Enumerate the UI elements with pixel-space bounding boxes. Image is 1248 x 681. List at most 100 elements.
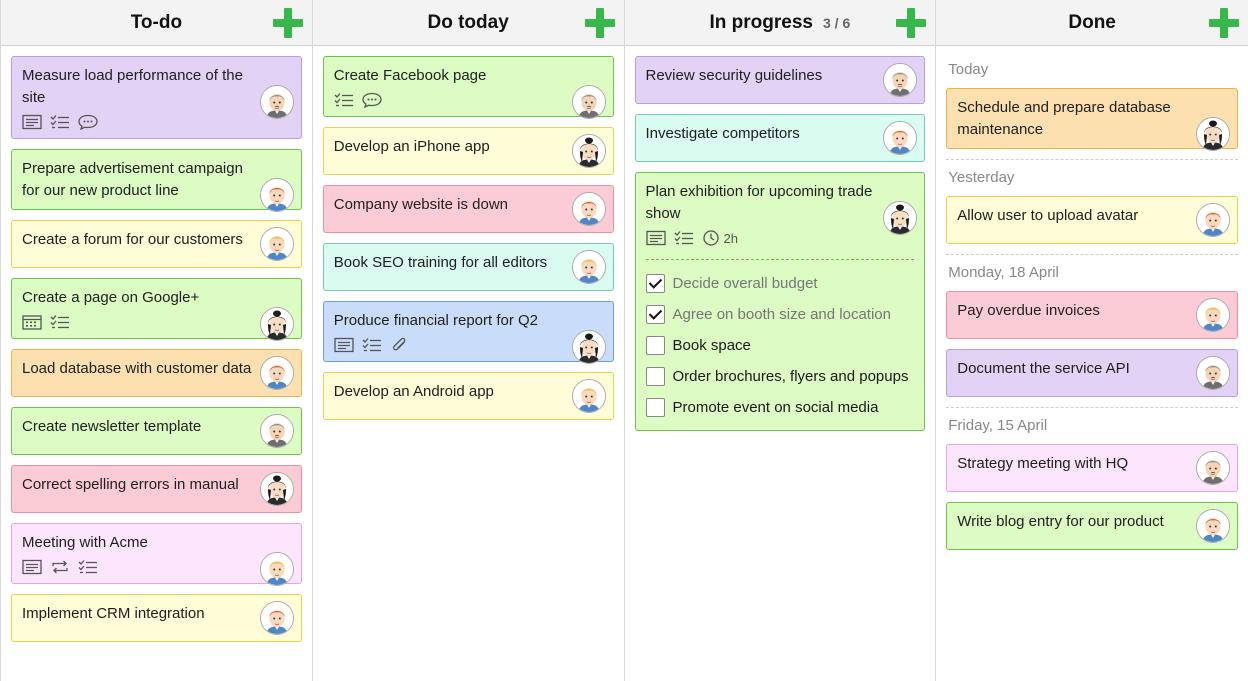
avatar — [571, 85, 606, 119]
checklist-item: Order brochures, flyers and popups — [645, 361, 915, 392]
card-meta — [22, 313, 257, 331]
card-title: Implement CRM integration — [22, 605, 205, 622]
clock-icon — [702, 230, 722, 246]
card-title: Strategy meeting with HQ — [957, 455, 1129, 472]
checklist-checkbox[interactable] — [645, 274, 665, 293]
card-title: Create a page on Google+ — [22, 289, 200, 306]
task-card[interactable]: Develop an Android app — [322, 372, 614, 420]
task-card[interactable]: Review security guidelines — [634, 56, 926, 104]
checklist-icon — [674, 230, 694, 246]
task-card[interactable]: Measure load performance of the site — [11, 56, 302, 139]
task-card[interactable]: Plan exhibition for upcoming trade show 2… — [634, 172, 926, 431]
checklist-item: Promote event on social media — [645, 392, 915, 423]
card-meta — [22, 113, 257, 131]
avatar — [259, 227, 294, 261]
checklist-item: Decide overall budget — [645, 268, 915, 299]
checklist-item-label: Agree on booth size and location — [672, 306, 892, 323]
add-card-button[interactable] — [1209, 8, 1239, 38]
day-divider — [946, 407, 1238, 408]
checklist-checkbox[interactable] — [645, 336, 665, 355]
add-card-button[interactable] — [584, 8, 615, 38]
task-card[interactable]: Produce financial report for Q2 — [322, 301, 614, 364]
notes-icon — [645, 230, 666, 246]
avatar — [259, 414, 294, 448]
checklist-checkbox[interactable] — [645, 305, 665, 324]
card-meta — [334, 336, 569, 354]
avatar — [883, 63, 918, 97]
card-title: Measure load performance of the site — [22, 67, 243, 106]
task-card[interactable]: Meeting with Acme — [11, 523, 302, 586]
notes-icon — [22, 114, 42, 130]
avatar — [883, 121, 918, 155]
estimate-text: 2h — [723, 230, 738, 246]
task-card[interactable]: Investigate competitors — [634, 114, 926, 162]
avatar — [1196, 509, 1230, 543]
column-header: Done — [936, 0, 1248, 46]
checklist-item: Book space — [645, 330, 915, 361]
task-card[interactable]: Schedule and prepare database maintenanc… — [946, 88, 1238, 151]
day-divider — [946, 159, 1238, 160]
checklist-item-label: Decide overall budget — [672, 275, 818, 292]
attachment-icon — [390, 337, 410, 353]
add-card-button[interactable] — [896, 8, 927, 38]
column-body: Create Facebook page Develop an iPhone ap… — [313, 46, 624, 420]
task-card[interactable]: Load database with customer data — [11, 349, 302, 397]
task-card[interactable]: Create Facebook page — [322, 56, 614, 119]
task-card[interactable]: Correct spelling errors in manual — [11, 465, 302, 513]
card-title: Prepare advertisement campaign for our n… — [22, 160, 243, 199]
checklist-item-label: Book space — [672, 337, 751, 354]
column-header: In progress 3 / 6 — [624, 0, 936, 46]
card-title: Create newsletter template — [22, 418, 202, 435]
day-group-label: Monday, 18 April — [948, 264, 1059, 281]
card-title: Allow user to upload avatar — [957, 207, 1139, 224]
task-card[interactable]: Allow user to upload avatar — [946, 196, 1238, 244]
column-title: In progress — [709, 11, 813, 33]
card-meta — [334, 91, 569, 109]
card-title: Plan exhibition for upcoming trade show — [645, 183, 873, 222]
task-card[interactable]: Create newsletter template — [11, 407, 302, 455]
wip-count: 3 / 6 — [822, 14, 851, 31]
add-card-button[interactable] — [272, 8, 303, 38]
card-title: Produce financial report for Q2 — [333, 312, 539, 329]
card-title: Create a forum for our customers — [22, 231, 243, 248]
day-group-label: Yesterday — [948, 169, 1015, 186]
checklist-checkbox[interactable] — [645, 367, 665, 386]
board-column: Done Today Schedule and prepare database m… — [936, 0, 1248, 681]
checklist-item-label: Order brochures, flyers and popups — [672, 368, 909, 385]
comment-icon — [78, 114, 98, 130]
task-card[interactable]: Strategy meeting with HQ — [946, 444, 1238, 492]
avatar — [883, 201, 918, 235]
kanban-board: To-do Measure load performance of the sit… — [0, 0, 1248, 681]
checklist-icon — [50, 114, 70, 130]
task-card[interactable]: Implement CRM integration — [11, 594, 302, 642]
task-card[interactable]: Write blog entry for our product — [946, 502, 1238, 550]
board-column: In progress 3 / 6 Review security guidelin… — [624, 0, 937, 681]
board-column: To-do Measure load performance of the sit… — [1, 0, 313, 681]
calendar-icon — [22, 314, 42, 330]
avatar — [259, 601, 294, 635]
card-title: Book SEO training for all editors — [333, 254, 548, 271]
card-title: Develop an Android app — [333, 383, 494, 400]
comment-icon — [362, 92, 382, 108]
avatar — [1196, 356, 1230, 390]
notes-icon — [22, 559, 42, 575]
day-divider — [946, 254, 1238, 255]
card-title: Schedule and prepare database maintenanc… — [957, 99, 1171, 138]
task-card[interactable]: Book SEO training for all editors — [322, 243, 614, 291]
avatar — [571, 379, 606, 413]
avatar — [571, 330, 606, 364]
task-card[interactable]: Create a forum for our customers — [11, 220, 302, 268]
task-card[interactable]: Company website is down — [322, 185, 614, 233]
task-card[interactable]: Create a page on Google+ — [11, 278, 302, 341]
checklist-checkbox[interactable] — [645, 398, 665, 417]
day-group-label: Today — [948, 61, 989, 78]
task-card[interactable]: Develop an iPhone app — [322, 127, 614, 175]
avatar — [259, 472, 294, 506]
avatar — [259, 552, 294, 586]
task-card[interactable]: Document the service API — [946, 349, 1238, 397]
avatar — [571, 134, 606, 168]
checklist-icon — [78, 559, 98, 575]
task-card[interactable]: Pay overdue invoices — [946, 291, 1238, 339]
column-header: To-do — [1, 0, 312, 46]
task-card[interactable]: Prepare advertisement campaign for our n… — [11, 149, 302, 212]
